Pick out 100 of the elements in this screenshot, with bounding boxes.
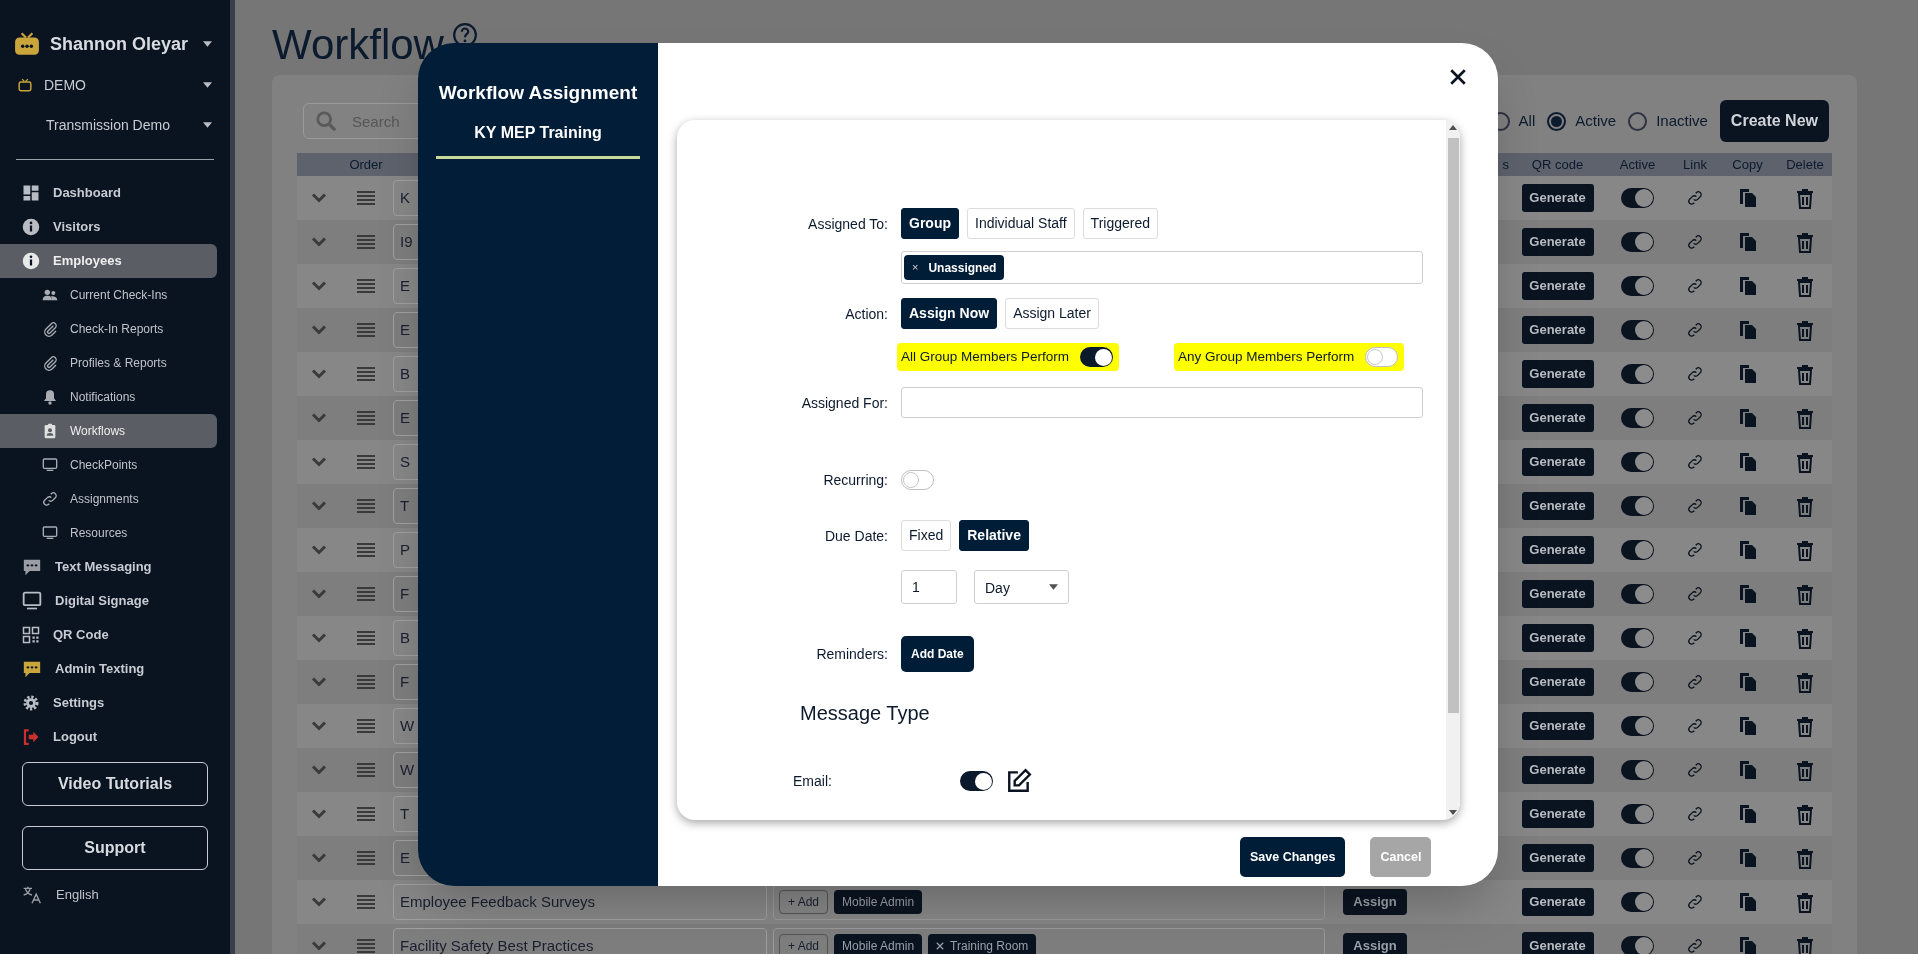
chevron-down-icon[interactable] [311,896,327,908]
drag-handle-icon[interactable] [357,543,375,557]
chevron-down-icon[interactable] [311,588,327,600]
segment-option[interactable]: Group [901,208,959,239]
copy-icon[interactable] [1738,716,1757,736]
copy-icon[interactable] [1738,540,1757,560]
scrollbar[interactable] [1446,120,1460,820]
chevron-down-icon[interactable] [311,632,327,644]
copy-icon[interactable] [1738,408,1757,428]
radio-option[interactable]: Active [1547,109,1617,133]
copy-icon[interactable] [1738,188,1757,208]
toggle-switch[interactable] [1621,408,1654,428]
generate-button[interactable]: Generate [1521,800,1594,828]
toggle-switch[interactable] [1621,496,1654,516]
assigned-for-field[interactable] [901,387,1423,418]
sidebar-button[interactable]: Support [22,826,208,870]
drag-handle-icon[interactable] [357,631,375,645]
drag-handle-icon[interactable] [357,719,375,733]
generate-button[interactable]: Generate [1521,888,1594,916]
nav-subitem[interactable]: Profiles & Reports [0,346,217,380]
nav-item[interactable]: QR Code [0,618,217,652]
generate-button[interactable]: Generate [1521,360,1594,388]
copy-icon[interactable] [1738,232,1757,252]
unit-dropdown[interactable]: Day [974,570,1069,604]
chevron-down-icon[interactable] [311,500,327,512]
nav-item[interactable]: Settings [0,686,217,720]
toggle-switch[interactable] [1621,628,1654,648]
toggle-switch[interactable] [1621,276,1654,296]
edit-icon[interactable] [1006,768,1032,794]
assign-button[interactable]: Assign [1343,889,1407,915]
nav-item[interactable]: Text Messaging [0,550,217,584]
drag-handle-icon[interactable] [357,411,375,425]
toggle-switch[interactable] [1080,347,1114,367]
toggle-switch[interactable] [1621,760,1654,780]
name-field[interactable]: Facility Safety Best Practices [393,928,767,954]
generate-button[interactable]: Generate [1521,448,1594,476]
generate-button[interactable]: Generate [1521,536,1594,564]
nav-item[interactable]: Dashboard [0,176,217,210]
nav-item[interactable]: Admin Texting [0,652,217,686]
location-name[interactable]: Transmission Demo [46,114,203,136]
add-button[interactable]: + Add [779,934,829,954]
add-button[interactable]: + Add [779,890,829,914]
delete-icon[interactable] [1796,407,1814,429]
delete-icon[interactable] [1796,319,1814,341]
chevron-down-icon[interactable] [311,852,327,864]
toggle-switch[interactable] [1621,716,1654,736]
drag-handle-icon[interactable] [357,323,375,337]
generate-button[interactable]: Generate [1521,272,1594,300]
generate-button[interactable]: Generate [1521,316,1594,344]
toggle-switch[interactable] [1621,364,1654,384]
drag-handle-icon[interactable] [357,235,375,249]
toggle-switch[interactable] [1621,232,1654,252]
copy-icon[interactable] [1738,320,1757,340]
drag-handle-icon[interactable] [357,279,375,293]
copy-icon[interactable] [1738,452,1757,472]
nav-subitem[interactable]: Workflows [0,414,217,448]
nav-item[interactable]: Logout [0,720,217,754]
drag-handle-icon[interactable] [357,807,375,821]
nav-subitem[interactable]: Assignments [0,482,217,516]
toggle-switch[interactable] [1621,584,1654,604]
toggle-switch[interactable] [1621,936,1654,954]
delete-icon[interactable] [1796,495,1814,517]
toggle-switch[interactable] [1621,540,1654,560]
chevron-down-icon[interactable] [311,412,327,424]
language-selector[interactable]: English [56,885,99,905]
generate-button[interactable]: Generate [1521,668,1594,696]
nav-subitem[interactable]: Notifications [0,380,217,414]
chevron-down-icon[interactable] [311,280,327,292]
segment-option[interactable]: Assign Later [1005,298,1099,329]
delete-icon[interactable] [1796,539,1814,561]
group-chip[interactable]: × Unassigned [904,255,1005,280]
delete-icon[interactable] [1796,891,1814,913]
drag-handle-icon[interactable] [357,895,375,909]
toggle-switch[interactable] [1621,848,1654,868]
delete-icon[interactable] [1796,363,1814,385]
create-new-button[interactable]: Create New [1719,100,1829,142]
tag-chip[interactable]: Training Room [928,934,1037,954]
copy-icon[interactable] [1738,892,1757,912]
chevron-down-icon[interactable] [311,368,327,380]
tags-field[interactable]: + Add Mobile Admin Training Room [773,928,1325,954]
generate-button[interactable]: Generate [1521,404,1594,432]
delete-icon[interactable] [1796,583,1814,605]
chevron-down-icon[interactable] [311,544,327,556]
delete-icon[interactable] [1796,671,1814,693]
tag-chip[interactable]: Mobile Admin [834,934,923,954]
toggle-switch[interactable] [1365,347,1399,367]
delete-icon[interactable] [1796,627,1814,649]
remove-icon[interactable] [936,942,945,950]
toggle-switch[interactable] [901,470,934,490]
segment-option[interactable]: Triggered [1082,208,1158,239]
delete-icon[interactable] [1796,935,1814,954]
delete-icon[interactable] [1796,803,1814,825]
toggle-switch[interactable] [1621,452,1654,472]
toggle-switch[interactable] [1621,804,1654,824]
generate-button[interactable]: Generate [1521,580,1594,608]
chevron-down-icon[interactable] [311,324,327,336]
group-select-field[interactable]: × Unassigned [901,251,1423,284]
toggle-switch[interactable] [1621,320,1654,340]
copy-icon[interactable] [1738,760,1757,780]
copy-icon[interactable] [1738,936,1757,954]
